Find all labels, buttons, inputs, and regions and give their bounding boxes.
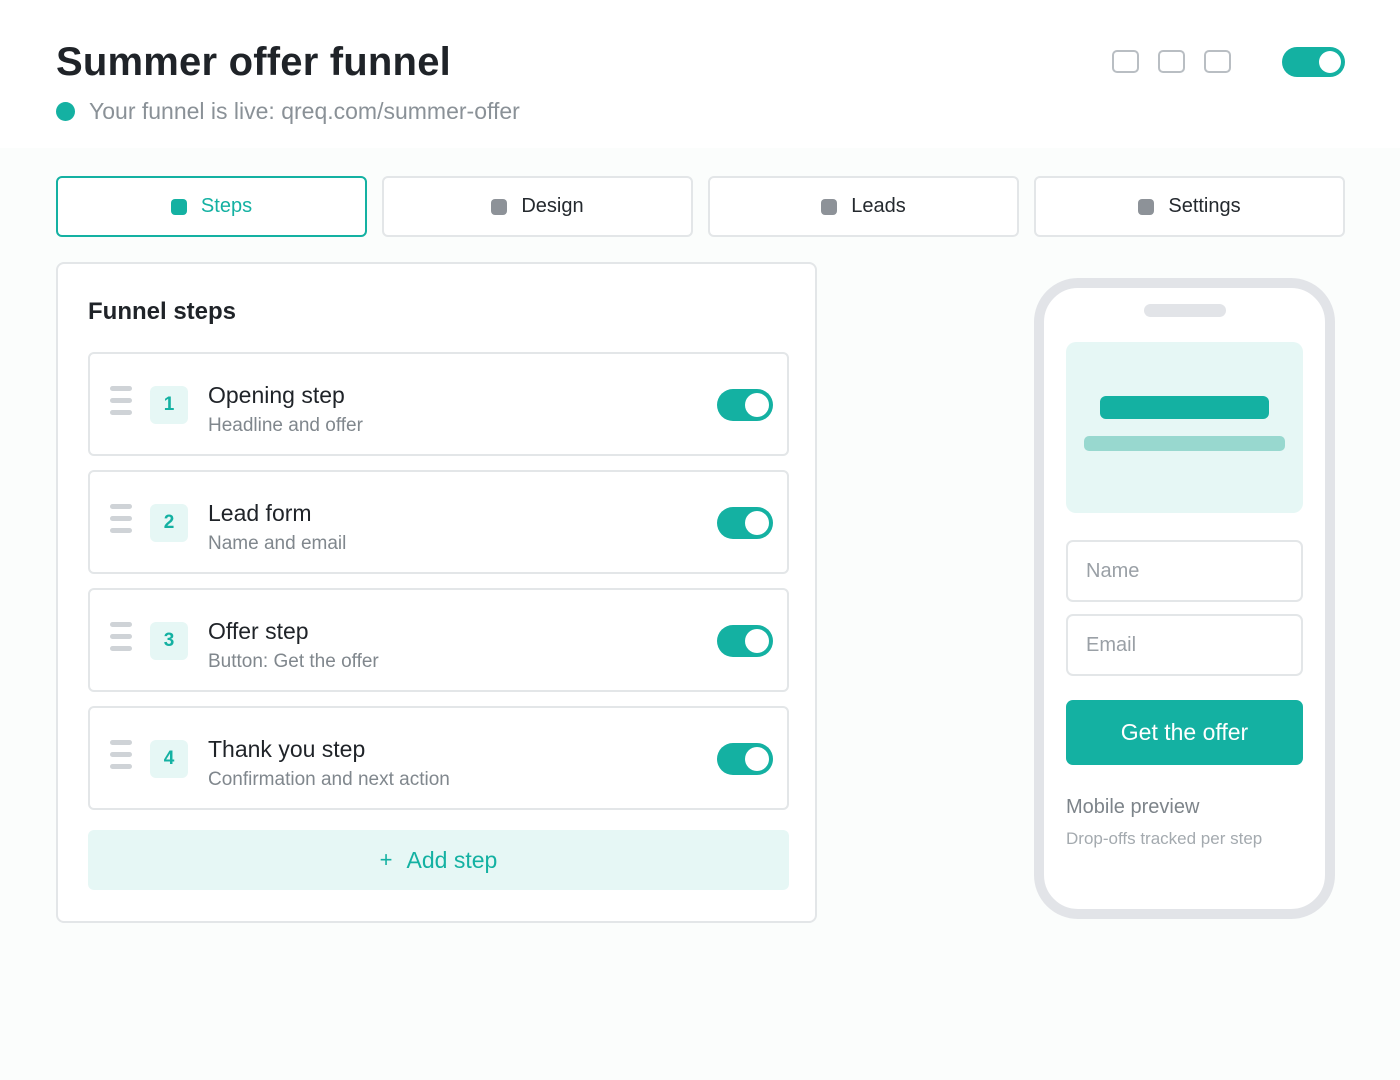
drag-handle-icon[interactable] <box>110 386 132 418</box>
step-enabled-toggle[interactable] <box>717 743 773 775</box>
step-number-badge: 1 <box>150 386 188 424</box>
step-enabled-toggle[interactable] <box>717 389 773 421</box>
funnel-steps-panel: Funnel steps 1 Opening step Headline and… <box>56 262 817 923</box>
step-row[interactable]: 3 Offer step Button: Get the offer <box>88 588 789 692</box>
preview-hero-block <box>1066 342 1303 513</box>
preview-cta-button[interactable]: Get the offer <box>1066 700 1303 765</box>
step-subtitle: Headline and offer <box>208 415 363 436</box>
preview-name-input[interactable]: Name <box>1066 540 1303 602</box>
toggle-knob <box>745 629 769 653</box>
drag-handle-icon[interactable] <box>110 504 132 536</box>
step-title: Offer step <box>208 618 309 644</box>
tab-leads[interactable]: Leads <box>708 176 1019 237</box>
step-row[interactable]: 2 Lead form Name and email <box>88 470 789 574</box>
phone-notch <box>1144 304 1226 317</box>
plus-icon: + <box>379 847 393 872</box>
step-title: Opening step <box>208 382 345 408</box>
drag-handle-icon[interactable] <box>110 622 132 654</box>
step-row[interactable]: 1 Opening step Headline and offer <box>88 352 789 456</box>
settings-tab-icon <box>1138 198 1155 215</box>
tab-label: Settings <box>1168 195 1241 217</box>
preview-email-input[interactable]: Email <box>1066 614 1303 676</box>
tab-bar: Steps Design Leads Settings <box>56 176 1345 237</box>
step-title: Lead form <box>208 500 312 526</box>
step-title: Thank you step <box>208 736 366 762</box>
page-title: Summer offer funnel <box>56 40 451 84</box>
tab-steps[interactable]: Steps <box>56 176 367 237</box>
header: Summer offer funnel Your funnel is live:… <box>0 0 1400 148</box>
tab-label: Steps <box>200 195 253 217</box>
preview-headline-placeholder <box>1100 396 1269 419</box>
design-tab-icon <box>491 198 508 215</box>
tab-label: Leads <box>851 195 906 217</box>
step-number-badge: 3 <box>150 622 188 660</box>
toggle-knob <box>745 747 769 771</box>
steps-tab-icon <box>170 198 187 215</box>
step-number-badge: 4 <box>150 740 188 778</box>
drag-handle-icon[interactable] <box>110 740 132 772</box>
tab-settings[interactable]: Settings <box>1034 176 1345 237</box>
panel-title: Funnel steps <box>88 298 237 325</box>
toggle-knob <box>745 393 769 417</box>
toggle-knob <box>1319 51 1341 73</box>
step-subtitle: Button: Get the offer <box>208 651 379 672</box>
step-subtitle: Name and email <box>208 533 347 554</box>
window-control-icon[interactable] <box>1158 50 1185 73</box>
add-step-button[interactable]: + Add step <box>88 830 789 890</box>
toggle-knob <box>745 511 769 535</box>
live-status-dot-icon <box>56 101 75 121</box>
live-status-text[interactable]: Your funnel is live: qreq.com/summer-off… <box>89 98 520 125</box>
window-control-icon[interactable] <box>1204 50 1231 73</box>
preview-subheadline-placeholder <box>1084 436 1285 451</box>
funnel-live-toggle[interactable] <box>1282 47 1345 77</box>
add-step-label: Add step <box>406 846 498 873</box>
window-control-icon[interactable] <box>1112 50 1139 73</box>
step-number-badge: 2 <box>150 504 188 542</box>
step-enabled-toggle[interactable] <box>717 625 773 657</box>
tab-label: Design <box>521 195 584 217</box>
preview-caption: Mobile preview <box>1066 796 1200 818</box>
mobile-preview-frame: Name Email Get the offer Mobile preview … <box>1034 278 1335 919</box>
leads-tab-icon <box>821 198 838 215</box>
step-subtitle: Confirmation and next action <box>208 769 450 790</box>
tab-design[interactable]: Design <box>382 176 693 237</box>
preview-note: Drop-offs tracked per step <box>1066 829 1263 848</box>
live-status: Your funnel is live: qreq.com/summer-off… <box>56 97 520 125</box>
step-enabled-toggle[interactable] <box>717 507 773 539</box>
step-row[interactable]: 4 Thank you step Confirmation and next a… <box>88 706 789 810</box>
